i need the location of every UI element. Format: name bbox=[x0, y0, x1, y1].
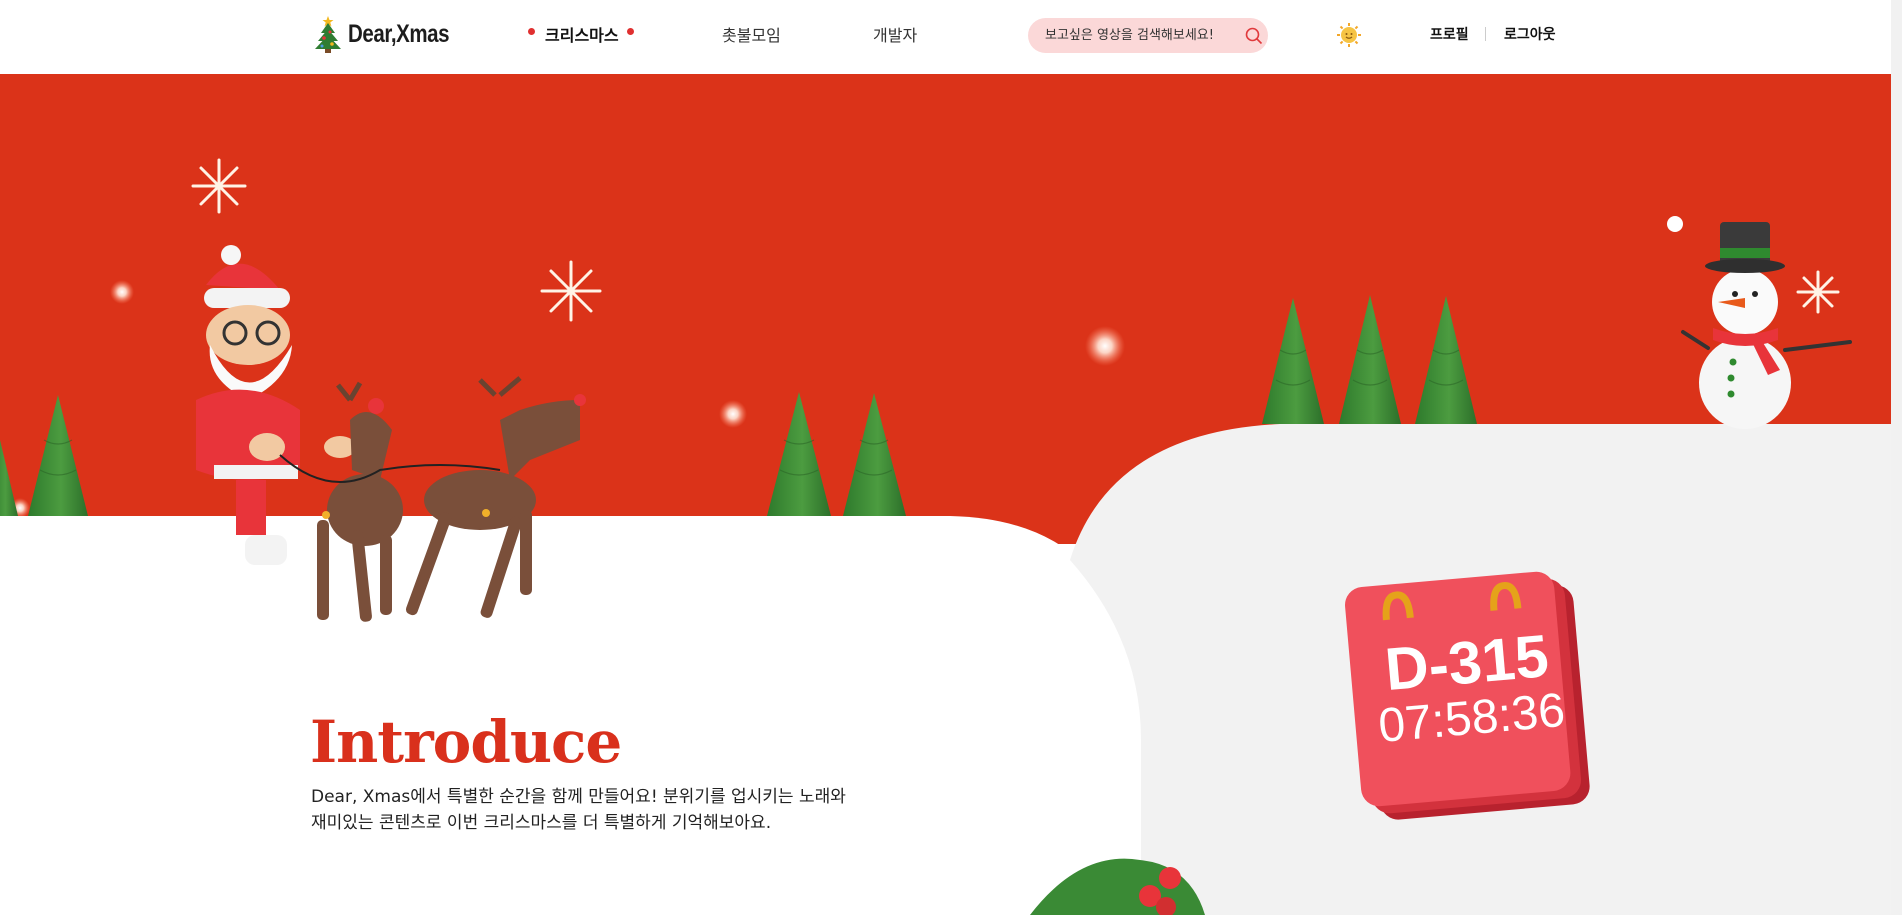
top-navigation: Dear,Xmas 크리스마스 촛불모임 개발자 프로필 로그아웃 bbox=[0, 0, 1902, 74]
nav-candlelight[interactable]: 촛불모임 bbox=[722, 22, 781, 46]
search-bar bbox=[1028, 18, 1268, 53]
search-input[interactable] bbox=[1043, 27, 1243, 44]
active-nav-dot-left bbox=[528, 28, 535, 35]
profile-link[interactable]: 프로필 bbox=[1430, 24, 1469, 44]
intro-description: Dear, Xmas에서 특별한 순간을 함께 만들어요! 분위기를 업시키는 … bbox=[311, 784, 931, 836]
search-icon[interactable] bbox=[1245, 27, 1263, 45]
logo-text: Dear,Xmas bbox=[348, 19, 450, 48]
christmas-tree-logo-icon bbox=[315, 16, 341, 53]
user-links-divider bbox=[1485, 27, 1486, 41]
hero-illustration bbox=[0, 74, 1902, 915]
intro-line-1: Dear, Xmas에서 특별한 순간을 함께 만들어요! 분위기를 업시키는 … bbox=[311, 787, 846, 807]
intro-title: Introduce bbox=[310, 708, 622, 776]
dday-counter: D-315 07:58:36 bbox=[1369, 622, 1568, 753]
logout-link[interactable]: 로그아웃 bbox=[1504, 24, 1556, 44]
page-scrollbar[interactable] bbox=[1891, 0, 1902, 915]
nav-developer[interactable]: 개발자 bbox=[873, 22, 917, 46]
sun-icon[interactable] bbox=[1336, 22, 1362, 48]
intro-line-2: 재미있는 콘텐츠로 이번 크리스마스를 더 특별하게 기억해보아요. bbox=[311, 813, 772, 833]
nav-christmas[interactable]: 크리스마스 bbox=[545, 22, 619, 46]
logo[interactable]: Dear,Xmas bbox=[312, 14, 471, 54]
active-nav-dot-right bbox=[627, 28, 634, 35]
hero-section: Introduce Dear, Xmas에서 특별한 순간을 함께 만들어요! … bbox=[0, 74, 1902, 915]
